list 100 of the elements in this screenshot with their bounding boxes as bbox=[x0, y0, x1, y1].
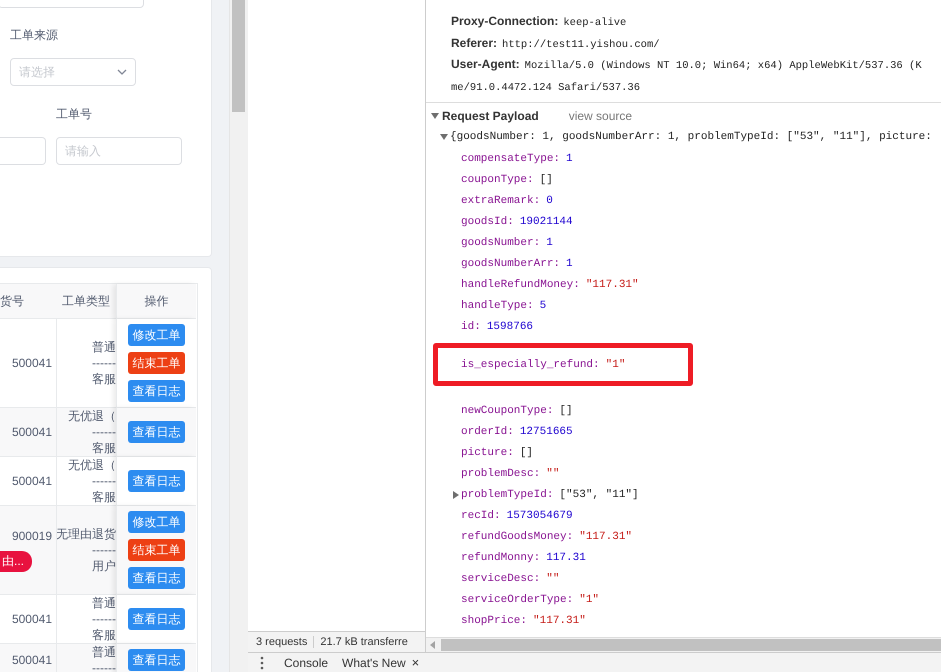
property-value: "" bbox=[546, 572, 560, 584]
property-value: 0 bbox=[546, 194, 553, 206]
header-name: Proxy-Connection: bbox=[451, 14, 558, 28]
table-cell: 客服 bbox=[92, 627, 116, 643]
table-cell: 普通 bbox=[92, 644, 116, 660]
chevron-down-icon bbox=[117, 69, 127, 75]
property-value: 1 bbox=[546, 236, 553, 248]
property-value: 1 bbox=[566, 152, 573, 164]
expand-triangle-icon[interactable] bbox=[453, 490, 459, 498]
action-button[interactable]: 查看日志 bbox=[128, 470, 185, 492]
property-name: id: bbox=[461, 320, 481, 332]
section-title[interactable]: Request Payload bbox=[442, 109, 539, 123]
header-value: http://test11.yishou.com/ bbox=[502, 38, 660, 50]
header-name: User-Agent: bbox=[451, 57, 520, 71]
table-cell: 500041 bbox=[12, 356, 52, 370]
header-name: Referer: bbox=[451, 36, 498, 50]
status-text: 21.7 kB transferre bbox=[313, 636, 408, 648]
table-cell: ------ bbox=[92, 660, 116, 672]
more-menu-icon[interactable] bbox=[260, 656, 264, 670]
table-cell: 普通 bbox=[92, 595, 116, 611]
scrollbar-thumb[interactable] bbox=[232, 0, 245, 112]
property-value: "117.31" bbox=[579, 530, 632, 542]
action-button[interactable]: 查看日志 bbox=[128, 380, 185, 402]
column-header: 操作 bbox=[116, 284, 196, 319]
scrollbar-thumb[interactable] bbox=[441, 639, 941, 651]
property-value: [] bbox=[540, 174, 553, 186]
property-name: goodsId: bbox=[461, 216, 514, 228]
table-cell: 500041 bbox=[12, 425, 52, 439]
text-field[interactable] bbox=[0, 137, 46, 165]
action-button[interactable]: 查看日志 bbox=[128, 608, 185, 630]
property-value: 1573054679 bbox=[506, 510, 573, 522]
property-value: 1598766 bbox=[486, 320, 534, 332]
property-name: shopPrice: bbox=[461, 614, 528, 626]
property-value: [] bbox=[520, 446, 534, 458]
table-cell: 无优退（ bbox=[68, 457, 116, 473]
header-value: keep-alive bbox=[563, 17, 626, 29]
drawer-tab[interactable]: What's New bbox=[342, 656, 406, 670]
action-button[interactable]: 查看日志 bbox=[128, 421, 185, 443]
header-value: Mozilla/5.0 (Windows NT 10.0; Win64; x64) AppleWebKit/537.36 (K bbox=[524, 60, 922, 72]
property-name: refundGoodsMoney: bbox=[461, 530, 574, 542]
property-name: compensateType: bbox=[461, 152, 560, 164]
table-cell: 900019 bbox=[12, 528, 52, 542]
status-tag: 由... bbox=[0, 550, 32, 572]
close-button[interactable]: × bbox=[412, 655, 420, 670]
action-button[interactable]: 查看日志 bbox=[128, 567, 185, 589]
view-source-link[interactable]: view source bbox=[568, 109, 632, 123]
table-cell: ------ bbox=[92, 611, 116, 627]
property-name: goodsNumberArr: bbox=[461, 258, 560, 270]
property-value: "117.31" bbox=[586, 278, 639, 290]
column-header: 货号 bbox=[0, 284, 56, 319]
property-value: 19021144 bbox=[520, 216, 573, 228]
table-cell: 无优退（ bbox=[68, 408, 116, 424]
property-name: refundMonny: bbox=[461, 552, 540, 564]
property-name: extraRemark: bbox=[461, 194, 540, 206]
property-name: problemTypeId: bbox=[461, 488, 554, 500]
table-cell: 客服 bbox=[92, 489, 116, 505]
table-cell: ------ bbox=[92, 542, 116, 558]
property-name: serviceDesc: bbox=[461, 572, 540, 584]
property-name: picture: bbox=[461, 446, 514, 458]
property-name: couponType: bbox=[461, 174, 534, 186]
table-cell: 客服 bbox=[92, 440, 116, 456]
object-summary: {goodsNumber: 1, goodsNumberArr: 1, problemTypeId: ["53", "11"], picture: bbox=[450, 131, 932, 143]
table-cell: 500041 bbox=[12, 653, 52, 667]
action-button[interactable]: 结束工单 bbox=[128, 539, 185, 561]
table-cell: 500041 bbox=[12, 474, 52, 488]
property-name: is_especially_refund: bbox=[461, 358, 600, 370]
table-cell: 500041 bbox=[12, 612, 52, 626]
table-cell: ------ bbox=[92, 355, 116, 371]
header-value: me/91.0.4472.124 Safari/537.36 bbox=[451, 82, 640, 94]
action-button[interactable]: 修改工单 bbox=[128, 324, 185, 346]
status-text: 3 requests bbox=[255, 636, 308, 648]
table-cell: ------ bbox=[92, 473, 116, 489]
property-value: 117.31 bbox=[546, 552, 586, 564]
property-name: handleType: bbox=[461, 300, 534, 312]
action-button[interactable]: 修改工单 bbox=[128, 511, 185, 533]
property-name: orderId: bbox=[461, 426, 514, 438]
table-cell: 客服 bbox=[92, 371, 116, 387]
property-value: [] bbox=[559, 404, 573, 416]
property-name: newCouponType: bbox=[461, 404, 554, 416]
column-header: 工单类型 bbox=[56, 284, 116, 319]
property-name: serviceOrderType: bbox=[461, 594, 574, 606]
table-cell: 普通 bbox=[92, 339, 116, 355]
property-value: "117.31" bbox=[533, 614, 586, 626]
field-label: 工单号 bbox=[56, 106, 93, 122]
field-label: 工单来源 bbox=[10, 27, 59, 43]
property-value: 1 bbox=[566, 258, 573, 270]
action-button[interactable]: 结束工单 bbox=[128, 352, 185, 374]
table-cell: 用户 bbox=[92, 558, 116, 574]
property-value: 12751665 bbox=[520, 426, 573, 438]
property-name: problemDesc: bbox=[461, 468, 540, 480]
property-name: recId: bbox=[461, 510, 501, 522]
collapse-triangle-icon[interactable] bbox=[431, 113, 439, 119]
action-button[interactable]: 查看日志 bbox=[128, 649, 185, 671]
property-value: 5 bbox=[540, 300, 546, 312]
collapse-triangle-icon[interactable] bbox=[440, 134, 448, 140]
property-value: "1" bbox=[579, 594, 600, 606]
property-value: ["53", "11"] bbox=[559, 488, 639, 500]
drawer-tab[interactable]: Console bbox=[284, 656, 328, 670]
property-name: goodsNumber: bbox=[461, 236, 540, 248]
property-value: "" bbox=[546, 468, 560, 480]
